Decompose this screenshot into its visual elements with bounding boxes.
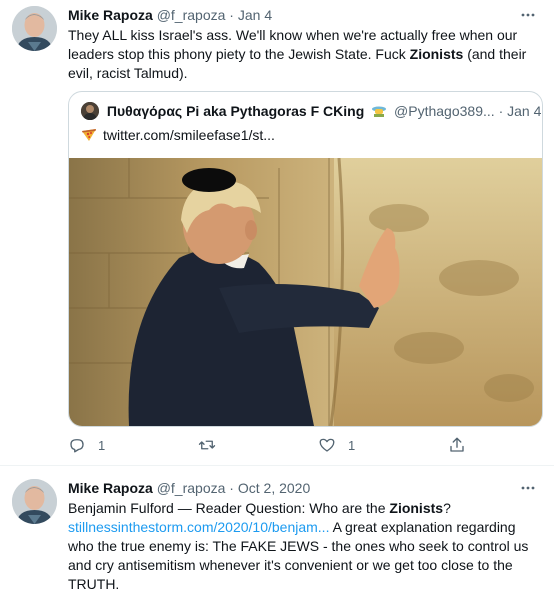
- author-handle[interactable]: @f_rapoza: [157, 480, 226, 496]
- tweet-text-part: ?: [443, 500, 451, 516]
- tweet[interactable]: Mike Rapoza @f_rapoza · Jan 4 They ALL k…: [0, 0, 554, 466]
- author-name[interactable]: Mike Rapoza: [68, 7, 153, 23]
- like-count: 1: [348, 437, 356, 453]
- quoted-tweet-date[interactable]: Jan 4: [507, 103, 541, 119]
- tweet-text-part: Benjamin Fulford — Reader Question: Who …: [68, 500, 390, 516]
- like-button[interactable]: 1: [318, 434, 355, 456]
- tweet-date[interactable]: Jan 4: [238, 7, 272, 23]
- retweet-icon: [198, 440, 216, 450]
- share-icon: [450, 437, 464, 452]
- tweet-date[interactable]: Oct 2, 2020: [238, 480, 310, 496]
- tweet-actions: 1 1: [68, 434, 488, 456]
- tweet-header: Mike Rapoza @f_rapoza · Oct 2, 2020: [68, 479, 310, 497]
- quoted-tweet-header: Πυθαγόρας Pi aka Pythagoras F CKing @Pyt…: [81, 101, 541, 121]
- tweet-text: Benjamin Fulford — Reader Question: Who …: [68, 499, 538, 594]
- share-button[interactable]: [448, 434, 466, 456]
- highlighted-keyword: Zionists: [389, 500, 444, 516]
- retweet-button[interactable]: [198, 434, 228, 456]
- quoted-tweet-text: twitter.com/smileefase1/st...: [81, 126, 275, 144]
- tweet-header: Mike Rapoza @f_rapoza · Jan 4: [68, 6, 272, 24]
- tweet[interactable]: Mike Rapoza @f_rapoza · Oct 2, 2020 Benj…: [0, 467, 554, 599]
- quoted-avatar[interactable]: [81, 102, 99, 120]
- separator-dot: ·: [229, 480, 234, 496]
- quoted-author-handle[interactable]: @Pythago389...: [394, 103, 495, 119]
- author-name[interactable]: Mike Rapoza: [68, 480, 153, 496]
- author-handle[interactable]: @f_rapoza: [157, 7, 226, 23]
- article-link[interactable]: stillnessinthestorm.com/2020/10/benjam..…: [68, 519, 329, 535]
- quoted-tweet-photo[interactable]: [69, 157, 542, 426]
- quoted-author-name[interactable]: Πυθαγόρας Pi aka Pythagoras F CKing: [107, 103, 364, 119]
- avatar[interactable]: [12, 6, 57, 51]
- more-horizontal-icon[interactable]: [518, 479, 538, 497]
- avatar[interactable]: [12, 479, 57, 524]
- quoted-link[interactable]: twitter.com/smileefase1/st...: [103, 127, 275, 143]
- emoji-badge-icon: [371, 103, 387, 117]
- tweet-text: They ALL kiss Israel's ass. We'll know w…: [68, 26, 538, 83]
- quoted-tweet[interactable]: Πυθαγόρας Pi aka Pythagoras F CKing @Pyt…: [68, 91, 543, 427]
- heart-icon: [319, 438, 335, 452]
- separator-dot: ·: [229, 7, 234, 23]
- reply-icon: [70, 439, 84, 453]
- separator-dot: ·: [498, 103, 504, 119]
- reply-button[interactable]: 1: [68, 434, 105, 456]
- highlighted-keyword: Zionists: [409, 46, 464, 62]
- reply-count: 1: [98, 437, 106, 453]
- more-horizontal-icon[interactable]: [518, 6, 538, 24]
- pizza-emoji-icon: [81, 128, 97, 142]
